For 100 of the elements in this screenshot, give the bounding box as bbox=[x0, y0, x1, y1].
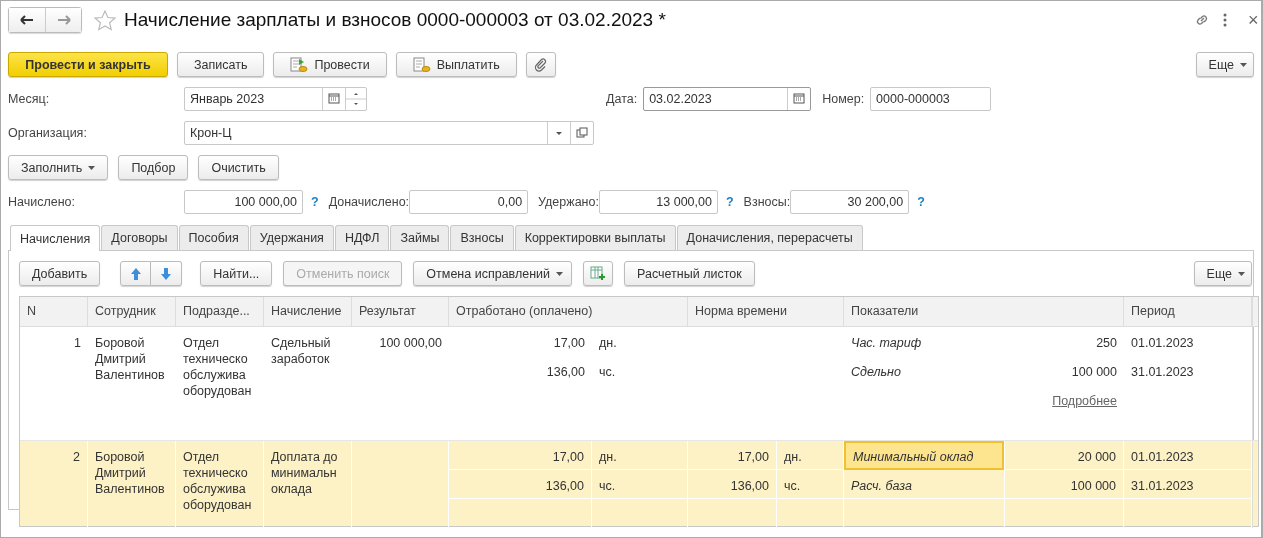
total-label: Доначислено: bbox=[328, 195, 410, 209]
table-cell: 100 000 bbox=[1071, 365, 1117, 379]
table-cell: 136,00 bbox=[546, 365, 585, 379]
window-title: Начисление зарплаты и взносов 0000-000003 от 03.02.2023 * bbox=[124, 9, 666, 31]
total-field[interactable]: 100 000,00 bbox=[184, 190, 303, 214]
column-header[interactable]: Сотрудник bbox=[88, 297, 176, 326]
column-header[interactable]: Период bbox=[1124, 297, 1252, 326]
organization-field[interactable]: Крон-Ц bbox=[184, 121, 594, 145]
total-field[interactable]: 30 200,00 bbox=[790, 190, 910, 214]
table-cell: дн. bbox=[599, 450, 617, 464]
column-header[interactable]: Подразде... bbox=[176, 297, 264, 326]
table-cell: 31.01.2023 bbox=[1131, 479, 1194, 493]
tab[interactable]: Начисления bbox=[10, 225, 101, 251]
table-cell: 17,00 bbox=[737, 450, 769, 464]
column-header[interactable]: Результат bbox=[352, 297, 449, 326]
fill-button[interactable]: Заполнить bbox=[8, 155, 109, 180]
field-label: Месяц: bbox=[8, 92, 51, 106]
fill-button[interactable]: Очистить bbox=[198, 155, 279, 180]
attach-button[interactable] bbox=[525, 52, 556, 77]
table-cell: Отдел техническо обслужива оборудован bbox=[183, 450, 252, 512]
table-cell: 01.01.2023 bbox=[1131, 336, 1194, 350]
right-arrow-icon bbox=[56, 15, 71, 25]
table-cell: дн. bbox=[784, 450, 802, 464]
move-up-button[interactable] bbox=[120, 261, 152, 286]
column-header[interactable]: Начисление bbox=[264, 297, 352, 326]
help-link[interactable]: ? bbox=[311, 195, 319, 209]
paperclip-icon bbox=[533, 57, 548, 72]
table-cell-text: Сдельно bbox=[850, 364, 902, 381]
tab[interactable]: НДФЛ bbox=[334, 225, 390, 250]
more-icon[interactable] bbox=[1222, 12, 1228, 28]
move-down-button[interactable] bbox=[151, 261, 183, 286]
table-cell: чс. bbox=[784, 479, 801, 493]
table-cell: 20 000 bbox=[1077, 450, 1116, 464]
tab[interactable]: Взносы bbox=[450, 225, 514, 250]
tab[interactable]: Корректировки выплаты bbox=[514, 225, 676, 250]
caret-icon bbox=[88, 165, 96, 170]
total-field[interactable]: 13 000,00 bbox=[598, 190, 718, 214]
table-cell: Боровой Дмитрий Валентинов bbox=[95, 336, 165, 382]
table-cell: чс. bbox=[599, 479, 616, 493]
table-cell: 17,00 bbox=[552, 450, 584, 464]
help-link[interactable]: ? bbox=[725, 195, 734, 209]
table-add-button[interactable] bbox=[583, 261, 614, 286]
table-plus-icon bbox=[590, 266, 607, 281]
star-icon[interactable] bbox=[94, 9, 116, 31]
column-header[interactable]: Норма времени bbox=[688, 297, 844, 326]
table-cell: Сдельный заработок bbox=[271, 336, 331, 366]
caret-icon bbox=[1238, 271, 1245, 276]
field-label: Организация: bbox=[8, 126, 88, 140]
save-button[interactable]: Записать bbox=[177, 52, 265, 77]
table-cell: 31.01.2023 bbox=[1131, 365, 1194, 379]
tab[interactable]: Договоры bbox=[101, 225, 178, 250]
tab[interactable]: Пособия bbox=[178, 225, 249, 250]
spin-icon[interactable] bbox=[345, 88, 366, 110]
caret-icon bbox=[1240, 62, 1247, 67]
details-link[interactable]: Подробнее bbox=[1052, 394, 1117, 408]
link-icon[interactable] bbox=[1194, 12, 1210, 28]
more-button[interactable]: Еще bbox=[1195, 52, 1254, 77]
table-cell: 100 000 bbox=[1070, 479, 1116, 493]
table-cell: Боровой Дмитрий Валентинов bbox=[95, 450, 165, 496]
table-cell: 100 000,00 bbox=[379, 336, 442, 350]
toolbar-button[interactable]: Найти... bbox=[200, 261, 273, 286]
table-cell: Расч. база bbox=[844, 470, 1004, 499]
table-cell: 136,00 bbox=[730, 479, 769, 493]
post-and-close-button[interactable]: Провести и закрыть bbox=[8, 52, 168, 77]
field-label: Номер: bbox=[822, 92, 865, 106]
column-header[interactable]: Отработано (оплачено) bbox=[449, 297, 688, 326]
total-field[interactable]: 0,00 bbox=[409, 190, 529, 214]
tab[interactable]: Займы bbox=[390, 225, 450, 250]
document-coins-icon bbox=[412, 56, 431, 73]
pay-button[interactable]: Выплатить bbox=[395, 52, 517, 77]
fill-button[interactable]: Подбор bbox=[118, 155, 189, 180]
down-arrow-icon bbox=[160, 266, 173, 281]
total-label: Начислено: bbox=[8, 195, 77, 209]
month-field[interactable]: Январь 2023 bbox=[184, 87, 367, 111]
total-label: Удержано: bbox=[538, 195, 599, 209]
caret-icon bbox=[556, 271, 564, 276]
table-cell: 2 bbox=[73, 450, 80, 464]
back-button[interactable] bbox=[9, 8, 45, 32]
date-field[interactable]: 03.02.2023 bbox=[643, 87, 812, 111]
toolbar-button[interactable]: Расчетный листок bbox=[624, 261, 755, 286]
table-cell: Отдел техническо обслужива оборудован bbox=[183, 336, 252, 398]
help-link[interactable]: ? bbox=[917, 195, 925, 209]
undo-menu-button[interactable]: Отмена исправлений bbox=[413, 261, 573, 286]
toolbar-button[interactable]: Добавить bbox=[19, 261, 101, 286]
table-cell: 250 bbox=[1096, 336, 1117, 350]
tab[interactable]: Удержания bbox=[249, 225, 334, 250]
tab[interactable]: Доначисления, перерасчеты bbox=[676, 225, 863, 250]
total-label: Взносы: bbox=[743, 195, 791, 209]
column-header[interactable]: Показатели bbox=[844, 297, 1124, 326]
table-cell: Доплата до минимальн оклада bbox=[271, 450, 338, 496]
more-button[interactable]: Еще bbox=[1193, 261, 1252, 286]
up-arrow-icon bbox=[129, 266, 142, 281]
table-cell-text: Час. тариф bbox=[850, 335, 923, 352]
document-coins-icon bbox=[290, 56, 309, 73]
number-field[interactable]: 0000-000003 bbox=[870, 87, 992, 111]
table-cell: чс. bbox=[599, 365, 616, 379]
left-arrow-icon bbox=[20, 15, 34, 25]
post-button[interactable]: Провести bbox=[273, 52, 387, 77]
table-cell: 17,00 bbox=[553, 336, 585, 350]
column-header[interactable]: N bbox=[20, 297, 88, 326]
